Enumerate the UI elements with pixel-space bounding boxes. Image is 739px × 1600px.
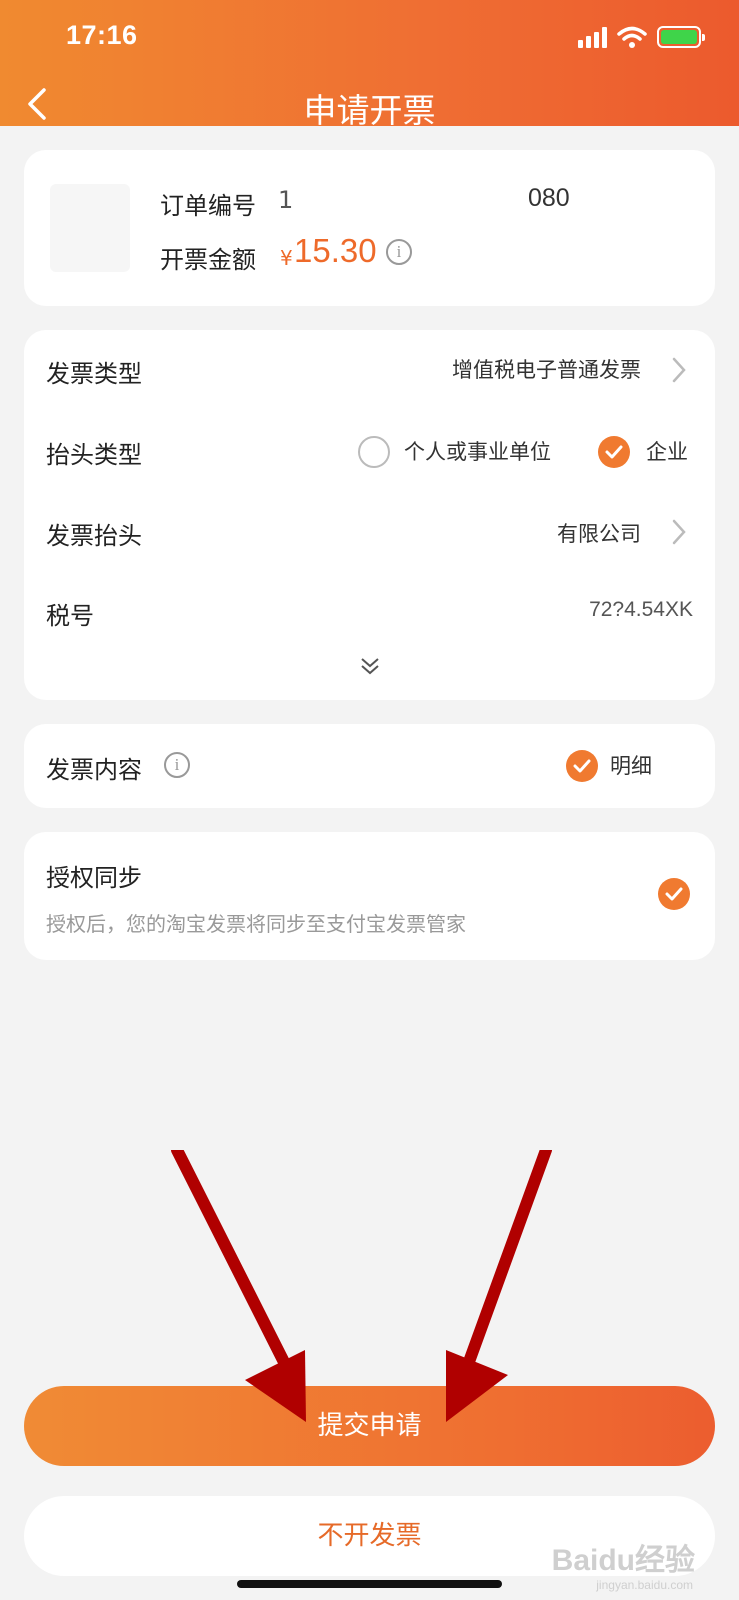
content-card: 发票内容 i 明细 <box>24 724 715 808</box>
order-no-redaction <box>294 184 524 218</box>
header-type-label: 抬头类型 <box>46 441 142 469</box>
order-card: 订单编号 1 080 开票金额 ¥ 15.30 i <box>24 150 715 306</box>
status-icons <box>578 26 705 48</box>
auth-toggle[interactable] <box>658 878 690 910</box>
amount-label: 开票金额 <box>160 246 256 274</box>
info-icon[interactable]: i <box>164 752 190 778</box>
invoice-type-value[interactable]: 增值税电子普通发票 <box>452 354 641 384</box>
check-icon <box>665 887 683 901</box>
header: 17:16 申请开票 <box>0 0 739 130</box>
check-icon <box>573 759 591 773</box>
expand-down-icon[interactable] <box>358 654 382 678</box>
auth-description: 授权后，您的淘宝发票将同步至支付宝发票管家 <box>46 912 466 936</box>
invoice-title-label: 发票抬头 <box>46 522 142 550</box>
option-personal-label[interactable]: 个人或事业单位 <box>404 436 551 466</box>
chevron-right-icon[interactable] <box>671 518 687 546</box>
status-time: 17:16 <box>66 20 138 50</box>
amount-value: 15.30 <box>294 232 377 269</box>
content-label: 发票内容 <box>46 756 142 784</box>
info-icon[interactable]: i <box>386 239 412 265</box>
tax-no-label: 税号 <box>46 602 94 630</box>
annotation-arrows <box>171 1150 552 1422</box>
tax-no-value: 72?4.54XK <box>589 598 693 621</box>
chevron-right-icon[interactable] <box>671 356 687 384</box>
wifi-icon <box>617 26 647 48</box>
baidu-watermark-url: jingyan.baidu.com <box>596 1578 693 1592</box>
home-indicator <box>237 1580 502 1588</box>
radio-personal[interactable] <box>358 436 390 468</box>
amount-currency: ¥ <box>280 246 293 270</box>
invoice-type-label: 发票类型 <box>46 360 142 388</box>
order-no-value-start: 1 <box>278 186 294 214</box>
option-company-label[interactable]: 企业 <box>646 436 688 466</box>
auth-title: 授权同步 <box>46 864 142 892</box>
battery-charging-icon <box>657 26 705 48</box>
check-icon <box>605 445 623 459</box>
order-no-value-end: 080 <box>528 184 570 212</box>
auth-card: 授权同步 授权后，您的淘宝发票将同步至支付宝发票管家 <box>24 832 715 960</box>
content-option-label[interactable]: 明细 <box>610 750 652 780</box>
radio-company[interactable] <box>598 436 630 468</box>
tax-no-redaction <box>464 592 584 626</box>
content-option-radio[interactable] <box>566 750 598 782</box>
baidu-watermark: Baidu经验 <box>551 1544 695 1577</box>
invoice-card: 发票类型 增值税电子普通发票 抬头类型 个人或事业单位 企业 发票抬头 有限公司… <box>24 330 715 700</box>
invoice-title-value[interactable]: 有限公司 <box>557 518 641 548</box>
signal-icon <box>578 26 607 48</box>
page-title: 申请开票 <box>303 91 436 130</box>
order-no-label: 订单编号 <box>160 192 256 220</box>
product-thumbnail <box>50 184 130 272</box>
